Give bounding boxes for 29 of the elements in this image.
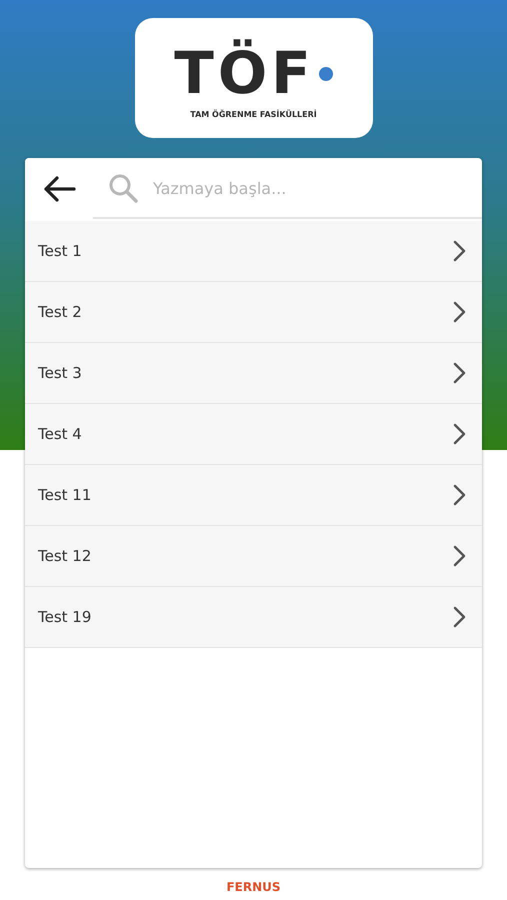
list-item[interactable]: Test 3 <box>25 343 482 404</box>
chevron-right-icon <box>452 606 466 628</box>
item-label: Test 11 <box>38 486 92 504</box>
chevron-right-icon <box>452 301 466 323</box>
item-label: Test 4 <box>38 425 82 443</box>
item-label: Test 12 <box>38 547 92 565</box>
item-label: Test 19 <box>38 608 92 626</box>
list-item[interactable]: Test 19 <box>25 587 482 648</box>
list-item[interactable]: Test 2 <box>25 282 482 343</box>
item-label: Test 3 <box>38 364 82 382</box>
search-icon <box>107 172 139 204</box>
footer-brand: FERNUS <box>226 880 281 894</box>
list-item[interactable]: Test 12 <box>25 526 482 587</box>
item-label: Test 2 <box>38 303 82 321</box>
chevron-right-icon <box>452 423 466 445</box>
logo-subtitle: TAM ÖĞRENME FASİKÜLLERİ <box>190 110 317 119</box>
back-arrow-icon <box>42 174 76 204</box>
list-item[interactable]: Test 11 <box>25 465 482 526</box>
item-label: Test 1 <box>38 242 82 260</box>
dot-icon <box>318 66 333 80</box>
chevron-right-icon <box>452 362 466 384</box>
back-button[interactable] <box>25 158 93 220</box>
list-item[interactable]: Test 4 <box>25 404 482 465</box>
chevron-right-icon <box>452 240 466 262</box>
logo-title: TÖF <box>174 38 315 110</box>
chevron-right-icon <box>452 484 466 506</box>
search-field[interactable]: Yazmaya başla... <box>151 178 455 198</box>
list-item[interactable]: Test 1 <box>25 221 482 282</box>
chevron-right-icon <box>452 545 466 567</box>
